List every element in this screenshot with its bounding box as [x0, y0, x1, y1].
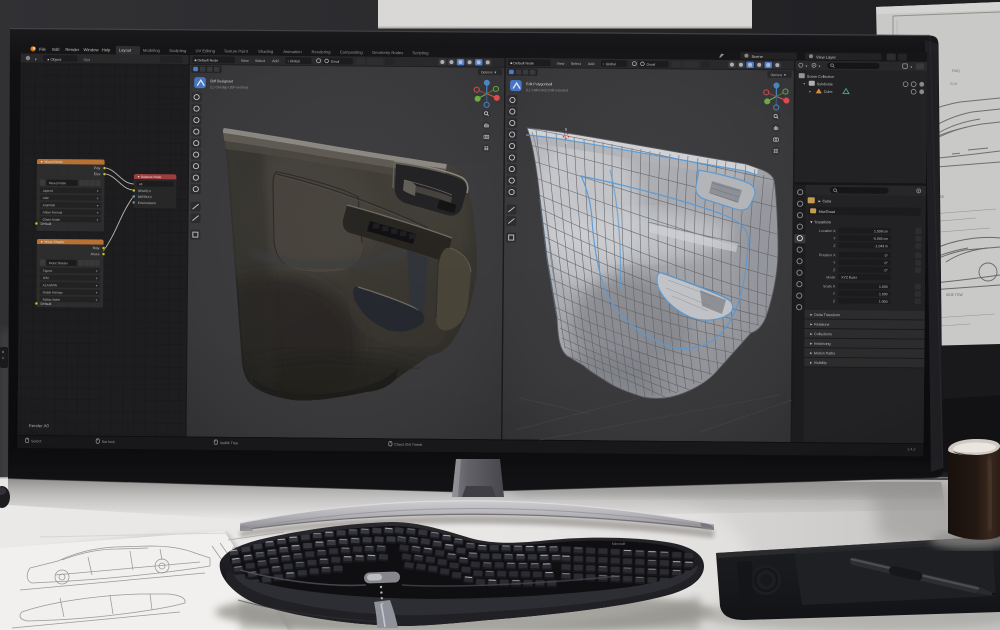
svg-text:SLW: SLW	[950, 82, 958, 86]
svg-text:Microsoft: Microsoft	[612, 542, 625, 546]
svg-text:SIDE TOW: SIDE TOW	[946, 293, 963, 297]
svg-text:FMQ: FMQ	[952, 69, 960, 73]
